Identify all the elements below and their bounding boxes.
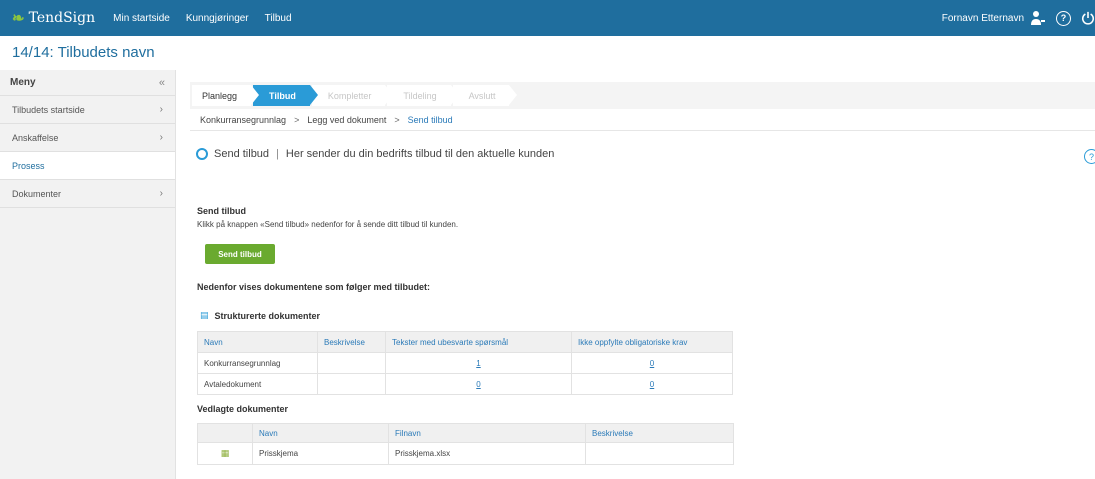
unanswered-cell: 0 <box>385 373 572 395</box>
nav-min-startside[interactable]: Min startside <box>113 13 170 24</box>
table-header-row: Navn Filnavn Beskrivelse <box>197 423 734 443</box>
doc-name: Avtaledokument <box>197 373 318 395</box>
sidebar-item-anskaffelse[interactable]: Anskaffelse › <box>0 124 175 152</box>
send-tilbud-button[interactable]: Send tilbud <box>205 244 275 264</box>
sidebar-item-label: Tilbudets startside <box>12 104 85 115</box>
col-beskrivelse[interactable]: Beskrivelse <box>585 423 734 443</box>
main-nav: Min startside Kunngjøringer Tilbud <box>113 13 307 24</box>
unfulfilled-cell: 0 <box>571 373 733 395</box>
heading-separator: | <box>276 148 279 160</box>
sidebar-item-dokumenter[interactable]: Dokumenter › <box>0 180 175 208</box>
breadcrumb-legg-ved-dokument[interactable]: Legg ved dokument <box>307 115 386 125</box>
sidebar-item-label: Anskaffelse <box>12 132 59 143</box>
table-header-row: Navn Beskrivelse Tekster med ubesvarte s… <box>197 331 733 353</box>
user-area: Fornavn Etternavn ? <box>942 0 1095 36</box>
col-beskrivelse[interactable]: Beskrivelse <box>317 331 386 353</box>
power-icon[interactable] <box>1081 10 1095 26</box>
chevron-right-icon: › <box>159 104 163 115</box>
process-steps: Planlegg Tilbud Kompletter Tildeling Avs… <box>190 82 1095 109</box>
col-navn[interactable]: Navn <box>252 423 389 443</box>
user-key-icon[interactable] <box>1030 10 1046 26</box>
breadcrumb-send-tilbud: Send tilbud <box>407 114 453 125</box>
help-icon[interactable]: ? <box>1056 10 1071 26</box>
documents-title: Nedenfor vises dokumentene som følger me… <box>197 282 431 292</box>
step-tilbud[interactable]: Tilbud <box>253 85 318 106</box>
sidebar-item-label: Dokumenter <box>12 188 62 199</box>
gear-icon <box>196 148 208 160</box>
main-content: Planlegg Tilbud Kompletter Tildeling Avs… <box>190 82 1095 131</box>
section-heading: Send tilbud | Her sender du din bedrifts… <box>196 148 554 160</box>
attached-docs-table: Navn Filnavn Beskrivelse ▦ Prisskjema Pr… <box>197 423 734 465</box>
breadcrumb: Konkurransegrunnlag > Legg ved dokument … <box>190 109 1095 131</box>
col-ikke-oppfylte[interactable]: Ikke oppfylte obligatoriske krav <box>571 331 733 353</box>
brand-name: TendSign <box>28 10 96 26</box>
col-filnavn[interactable]: Filnavn <box>388 423 586 443</box>
file-icon-cell: ▦ <box>197 442 253 465</box>
structured-docs-table: Navn Beskrivelse Tekster med ubesvarte s… <box>197 331 733 395</box>
table-row: Konkurransegrunnlag 1 0 <box>197 352 733 374</box>
excel-file-icon[interactable]: ▦ <box>221 448 230 458</box>
user-name[interactable]: Fornavn Etternavn <box>942 13 1024 24</box>
doc-description <box>317 352 386 374</box>
sidebar-item-label: Prosess <box>12 160 45 171</box>
unfulfilled-link[interactable]: 0 <box>650 359 654 368</box>
step-kompletter: Kompletter <box>311 85 393 106</box>
sidebar-item-tilbudets-startside[interactable]: Tilbudets startside › <box>0 96 175 124</box>
doc-description <box>317 373 386 395</box>
sidebar-heading: Meny <box>10 77 36 88</box>
page-title: 14/14: Tilbudets navn <box>12 44 155 61</box>
unanswered-link[interactable]: 1 <box>476 359 480 368</box>
chevron-right-icon: › <box>159 132 163 143</box>
unanswered-link[interactable]: 0 <box>476 380 480 389</box>
col-navn[interactable]: Navn <box>197 331 318 353</box>
heading-subtitle: Her sender du din bedrifts tilbud til de… <box>285 148 555 160</box>
page-help-icon[interactable]: ? <box>1084 149 1095 164</box>
attached-name: Prisskjema <box>252 442 389 465</box>
step-tildeling: Tildeling <box>387 85 459 106</box>
sidebar: Meny « Tilbudets startside › Anskaffelse… <box>0 70 176 479</box>
attached-filename[interactable]: Prisskjema.xlsx <box>388 442 586 465</box>
step-planlegg[interactable]: Planlegg <box>192 85 260 106</box>
step-avslutt: Avslutt <box>452 85 518 106</box>
breadcrumb-konkurransegrunnlag[interactable]: Konkurransegrunnlag <box>200 115 286 125</box>
breadcrumb-separator: > <box>294 114 300 125</box>
leaf-icon: ❧ <box>12 9 25 27</box>
chevron-right-icon: › <box>159 188 163 199</box>
sidebar-header: Meny « <box>0 70 175 96</box>
heading-title: Send tilbud <box>214 148 270 160</box>
send-section-description: Klikk på knappen «Send tilbud» nedenfor … <box>197 220 459 229</box>
doc-name: Konkurransegrunnlag <box>197 352 318 374</box>
nav-tilbud[interactable]: Tilbud <box>265 13 292 24</box>
attached-docs-title: Vedlagte dokumenter <box>197 404 289 414</box>
tendsign-logo[interactable]: ❧ TendSign <box>12 9 95 27</box>
col-icon <box>197 423 253 443</box>
breadcrumb-separator: > <box>394 114 400 125</box>
structured-docs-icon: ▤ <box>200 310 209 320</box>
table-row: Avtaledokument 0 0 <box>197 373 733 395</box>
send-section-title: Send tilbud <box>197 206 246 216</box>
sidebar-item-prosess[interactable]: Prosess <box>0 152 175 180</box>
col-ubesvarte[interactable]: Tekster med ubesvarte spørsmål <box>385 331 572 353</box>
structured-docs-heading: ▤ Strukturerte dokumenter <box>200 310 320 321</box>
top-bar: ❧ TendSign Min startside Kunngjøringer T… <box>0 0 1095 36</box>
attached-description <box>585 442 734 465</box>
structured-docs-title: Strukturerte dokumenter <box>214 310 321 321</box>
unfulfilled-link[interactable]: 0 <box>650 380 654 389</box>
unanswered-cell: 1 <box>385 352 572 374</box>
collapse-sidebar-icon[interactable]: « <box>159 77 165 89</box>
table-row: ▦ Prisskjema Prisskjema.xlsx <box>197 442 734 465</box>
nav-kunngjoringer[interactable]: Kunngjøringer <box>186 13 249 24</box>
unfulfilled-cell: 0 <box>571 352 733 374</box>
